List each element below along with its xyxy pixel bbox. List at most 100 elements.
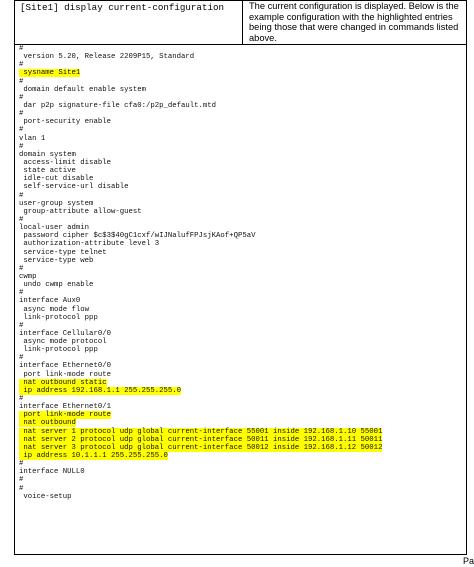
config-text: local-user admin	[19, 224, 90, 233]
config-line: local-user admin	[19, 224, 466, 232]
config-line: #	[19, 460, 466, 468]
config-line: nat server 1 protocol udp global current…	[19, 427, 466, 436]
config-line: #	[19, 289, 466, 297]
config-line: interface Ethernet0/0	[19, 362, 466, 370]
config-line: port link-mode route	[19, 371, 466, 379]
highlighted-config-text: nat server 3 protocol udp global current…	[19, 443, 383, 452]
config-text: #	[19, 126, 24, 135]
config-text: dar p2p signature-file cfa0:/p2p_default…	[19, 101, 217, 110]
config-line: voice-setup	[19, 493, 466, 501]
config-text: service-type telnet	[19, 248, 107, 257]
config-text: #	[19, 289, 24, 298]
config-line: idle-cut disable	[19, 175, 466, 183]
config-line: nat server 3 protocol udp global current…	[19, 443, 466, 452]
config-text: vlan 1	[19, 134, 46, 143]
config-line: link-protocol ppp	[19, 314, 466, 322]
highlighted-config-text: ip address 192.168.1.1 255.255.255.0	[19, 386, 182, 395]
highlighted-config-text: nat server 1 protocol udp global current…	[19, 427, 383, 436]
config-line: port link-mode route	[19, 411, 466, 420]
config-text: version 5.20, Release 2209P15, Standard	[19, 53, 195, 62]
config-line: link-protocol ppp	[19, 346, 466, 354]
config-text: #	[19, 142, 24, 151]
config-text: undo cwmp enable	[19, 281, 94, 290]
config-text: #	[19, 45, 24, 53]
config-line: interface Cellular0/0	[19, 330, 466, 338]
config-line: interface Ethernet0/1	[19, 403, 466, 411]
config-text: #	[19, 61, 24, 70]
config-line: self-service-url disable	[19, 183, 466, 191]
config-text: access-limit disable	[19, 158, 111, 167]
config-text: interface Cellular0/0	[19, 329, 111, 338]
config-text: #	[19, 215, 24, 224]
highlighted-config-text: port link-mode route	[19, 411, 111, 420]
config-line: state active	[19, 167, 466, 175]
config-line: #	[19, 354, 466, 362]
config-text: link-protocol ppp	[19, 346, 98, 355]
highlighted-config-text: sysname Site1	[19, 69, 81, 78]
config-line: async mode protocol	[19, 338, 466, 346]
config-text: #	[19, 77, 24, 86]
config-text: #	[19, 484, 24, 493]
config-text: voice-setup	[19, 492, 72, 501]
config-text: authorization-attribute level 3	[19, 240, 160, 249]
command-cell: [Site1] display current-configuration	[15, 1, 243, 44]
highlighted-config-text: ip address 10.1.1.1 255.255.255.0	[19, 452, 168, 461]
config-text: #	[19, 354, 24, 363]
config-table: [Site1] display current-configuration Th…	[14, 0, 467, 555]
config-line: service-type web	[19, 257, 466, 265]
config-line: interface Aux0	[19, 297, 466, 305]
config-line: service-type telnet	[19, 249, 466, 257]
config-line: domain default enable system	[19, 86, 466, 94]
config-line: password cipher $c$3$40gC1cxf/wIJNalufFP…	[19, 232, 466, 240]
config-text: interface Aux0	[19, 297, 81, 306]
config-line: nat outbound static	[19, 378, 466, 387]
config-line: nat server 2 protocol udp global current…	[19, 435, 466, 444]
config-text: state active	[19, 167, 76, 176]
config-text: service-type web	[19, 256, 94, 265]
config-line: nat outbound	[19, 419, 466, 428]
config-text: idle-cut disable	[19, 175, 94, 184]
config-line: #	[19, 322, 466, 330]
config-text: user-group system	[19, 199, 94, 208]
config-line: port-security enable	[19, 118, 466, 126]
config-line: dar p2p signature-file cfa0:/p2p_default…	[19, 102, 466, 110]
config-text: #	[19, 110, 24, 119]
configuration-listing: # version 5.20, Release 2209P15, Standar…	[15, 45, 466, 501]
config-line: #	[19, 216, 466, 224]
config-text: #	[19, 93, 24, 102]
config-line: #	[19, 395, 466, 403]
config-line: domain system	[19, 151, 466, 159]
config-line: #	[19, 78, 466, 86]
config-line: version 5.20, Release 2209P15, Standard	[19, 53, 466, 61]
config-line: async mode flow	[19, 306, 466, 314]
page-number-label: Pa	[462, 556, 474, 566]
config-line: #	[19, 126, 466, 134]
config-text: interface NULL0	[19, 468, 85, 477]
config-text: domain system	[19, 150, 76, 159]
config-line: ip address 10.1.1.1 255.255.255.0	[19, 452, 466, 461]
config-line: ip address 192.168.1.1 255.255.255.0	[19, 386, 466, 395]
config-text: #	[19, 191, 24, 200]
config-text: async mode flow	[19, 305, 90, 314]
config-text: domain default enable system	[19, 85, 146, 94]
config-line: cwmp	[19, 273, 466, 281]
config-text: #	[19, 395, 24, 404]
config-text: #	[19, 264, 24, 273]
config-text: link-protocol ppp	[19, 313, 98, 322]
config-line: #	[19, 192, 466, 200]
config-text: async mode protocol	[19, 338, 107, 347]
config-line: group-attribute allow-guest	[19, 208, 466, 216]
config-line: #	[19, 110, 466, 118]
table-header-row: [Site1] display current-configuration Th…	[15, 1, 466, 45]
config-line: authorization-attribute level 3	[19, 240, 466, 248]
config-text: password cipher $c$3$40gC1cxf/wIJNalufFP…	[19, 232, 256, 241]
config-line: access-limit disable	[19, 159, 466, 167]
config-line: sysname Site1	[19, 69, 466, 78]
config-line: #	[19, 61, 466, 69]
config-text: cwmp	[19, 272, 37, 281]
config-text: self-service-url disable	[19, 183, 129, 192]
config-text: group-attribute allow-guest	[19, 207, 142, 216]
highlighted-config-text: nat server 2 protocol udp global current…	[19, 435, 383, 444]
config-line: user-group system	[19, 200, 466, 208]
config-text: #	[19, 321, 24, 330]
